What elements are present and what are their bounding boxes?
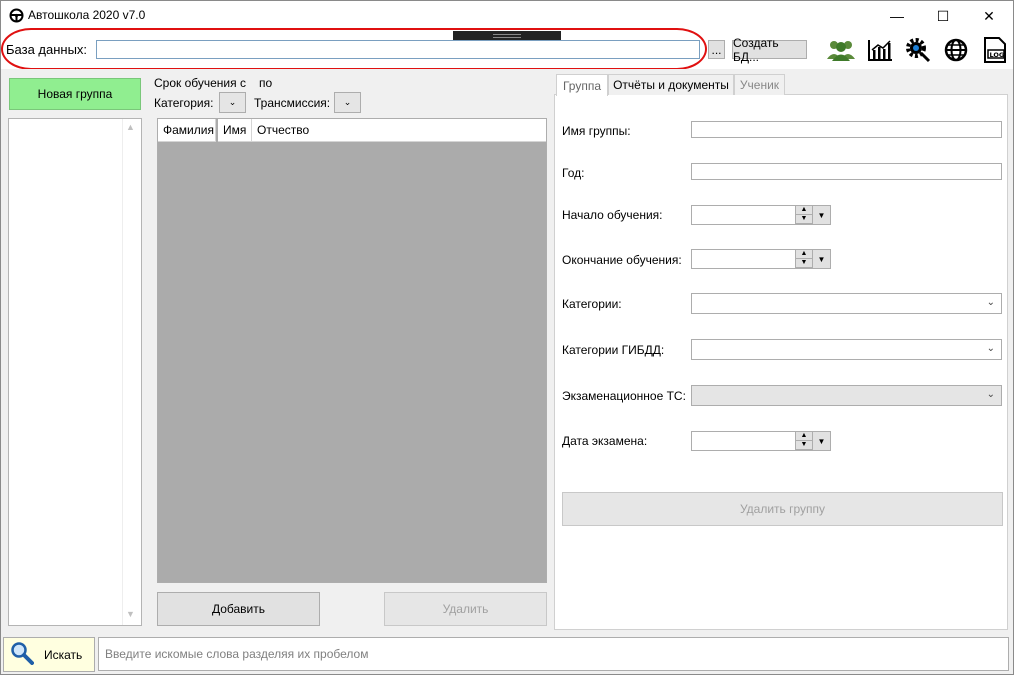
period-label: Срок обучения с: [154, 76, 246, 90]
column-header-firstname[interactable]: Имя: [218, 119, 252, 142]
chevron-down-icon: ⌄: [343, 97, 352, 107]
tab-student[interactable]: Ученик: [734, 74, 785, 95]
gibdd-categories-label: Категории ГИБДД:: [562, 343, 665, 357]
spin-up-icon: ▲: [796, 432, 812, 441]
search-button-label: Искать: [44, 647, 83, 662]
scroll-down-icon[interactable]: ▼: [126, 609, 135, 619]
calendar-dropdown-icon[interactable]: ▼: [812, 432, 830, 450]
scroll-up-icon[interactable]: ▲: [126, 122, 135, 132]
steering-wheel-icon: [9, 8, 24, 23]
title-bar: [1, 1, 1013, 31]
group-list-scrollbar[interactable]: ▲ ▼: [122, 119, 141, 625]
settings-icon[interactable]: [902, 35, 934, 65]
search-button[interactable]: Искать: [3, 637, 95, 672]
log-icon[interactable]: LOG: [979, 35, 1011, 65]
highlight-annotation: [1, 28, 707, 70]
spin-down-icon: ▼: [796, 259, 812, 268]
delete-student-button[interactable]: Удалить: [384, 592, 547, 626]
gibdd-categories-combo[interactable]: ⌄: [691, 339, 1002, 360]
window-title: Автошкола 2020 v7.0: [28, 8, 146, 22]
exam-vehicle-combo[interactable]: ⌄: [691, 385, 1002, 406]
exam-date-label: Дата экзамена:: [562, 434, 648, 448]
start-date-spinner[interactable]: ▲ ▼: [795, 206, 812, 224]
exam-date-spinner[interactable]: ▲ ▼: [795, 432, 812, 450]
calendar-dropdown-icon[interactable]: ▼: [812, 250, 830, 268]
year-label: Год:: [562, 166, 585, 180]
globe-icon[interactable]: [940, 35, 972, 65]
spin-up-icon: ▲: [796, 250, 812, 259]
transmission-label: Трансмиссия:: [254, 96, 331, 110]
end-date-spinner[interactable]: ▲ ▼: [795, 250, 812, 268]
exam-vehicle-label: Экзаменационное ТС:: [562, 389, 686, 403]
category-label: Категория:: [154, 96, 214, 110]
transmission-combo[interactable]: ⌄: [334, 92, 361, 113]
category-combo[interactable]: ⌄: [219, 92, 246, 113]
new-group-button[interactable]: Новая группа: [9, 78, 141, 110]
chevron-down-icon: ⌄: [986, 297, 995, 308]
close-button[interactable]: ✕: [966, 1, 1012, 31]
create-db-button[interactable]: Создать БД...: [732, 36, 807, 64]
period-to-label: по: [259, 76, 273, 90]
add-student-button[interactable]: Добавить: [157, 592, 320, 626]
students-grid[interactable]: [157, 118, 547, 583]
minimize-button[interactable]: —: [874, 1, 920, 31]
spin-down-icon: ▼: [796, 215, 812, 224]
magnifier-icon: [10, 641, 34, 668]
tab-group[interactable]: Группа: [556, 74, 608, 96]
maximize-button[interactable]: ☐: [920, 1, 966, 31]
start-date-picker[interactable]: ▲ ▼ ▼: [691, 205, 831, 225]
end-date-label: Окончание обучения:: [562, 253, 682, 267]
users-icon[interactable]: [825, 35, 857, 65]
year-input[interactable]: [691, 163, 1002, 180]
chevron-down-icon: ⌄: [986, 343, 995, 354]
spin-up-icon: ▲: [796, 206, 812, 215]
categories-combo[interactable]: ⌄: [691, 293, 1002, 314]
search-input[interactable]: Введите искомые слова разделяя их пробел…: [98, 637, 1009, 671]
exam-date-picker[interactable]: ▲ ▼ ▼: [691, 431, 831, 451]
group-name-input[interactable]: [691, 121, 1002, 138]
chevron-down-icon: ⌄: [986, 389, 995, 400]
column-header-patronymic[interactable]: Отчество: [252, 119, 546, 142]
column-header-lastname[interactable]: Фамилия: [158, 119, 216, 142]
end-date-picker[interactable]: ▲ ▼ ▼: [691, 249, 831, 269]
delete-group-button[interactable]: Удалить группу: [562, 492, 1003, 526]
spin-down-icon: ▼: [796, 441, 812, 450]
svg-text:LOG: LOG: [990, 51, 1005, 59]
group-name-label: Имя группы:: [562, 124, 631, 138]
categories-label: Категории:: [562, 297, 622, 311]
tab-reports[interactable]: Отчёты и документы: [608, 74, 734, 95]
chevron-down-icon: ⌄: [228, 97, 237, 107]
start-date-label: Начало обучения:: [562, 208, 663, 222]
browse-button[interactable]: ...: [708, 40, 725, 59]
chart-icon[interactable]: [864, 35, 896, 65]
calendar-dropdown-icon[interactable]: ▼: [812, 206, 830, 224]
